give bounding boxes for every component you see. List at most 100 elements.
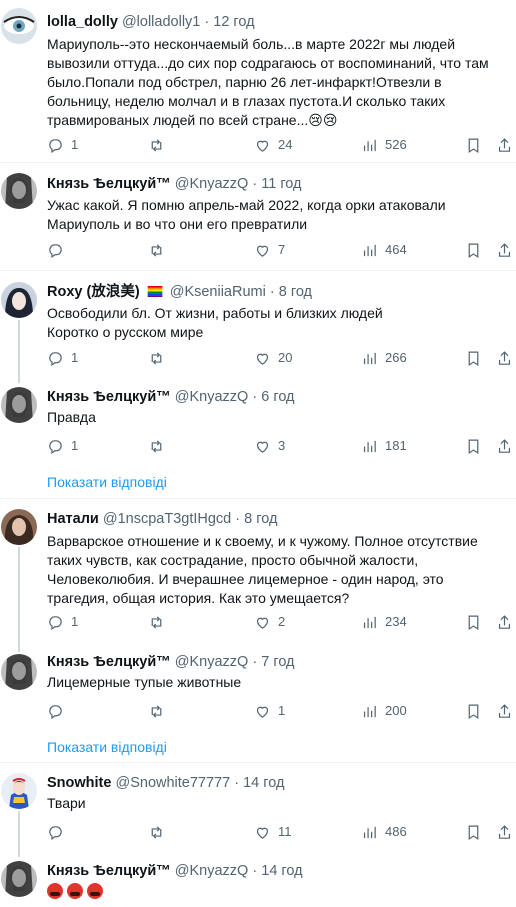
action-bar: 1 200 [47, 701, 511, 721]
reply-button[interactable] [47, 701, 71, 721]
like-icon [256, 245, 269, 257]
bookmark-button[interactable] [465, 822, 482, 842]
user-handle[interactable]: @lolladolly1 [122, 14, 200, 30]
timestamp[interactable]: 8 год [279, 284, 312, 300]
reply-button[interactable]: 1 [47, 135, 78, 155]
user-handle[interactable]: @KseniiaRumi [170, 284, 266, 300]
reply-button[interactable] [47, 240, 71, 260]
tweet-text: Правда [47, 409, 96, 425]
tweet[interactable]: Князь Ѣелцкуй™︎ @KnyazzQ · 7 год Лицемер… [0, 649, 516, 763]
reply-count: 1 [71, 137, 79, 152]
timestamp[interactable]: 12 год [213, 14, 254, 30]
tweet-header: Князь Ѣелцкуй™︎ @KnyazzQ · 7 год [47, 652, 295, 672]
share-button[interactable] [496, 348, 513, 368]
retweet-button[interactable] [148, 612, 172, 632]
tweet[interactable]: Князь Ѣелцкуй™︎ @KnyazzQ · 11 год Ужас к… [0, 163, 516, 271]
display-name[interactable]: Натали [47, 511, 99, 527]
bookmark-button[interactable] [465, 701, 482, 721]
retweet-button[interactable] [148, 822, 172, 842]
timestamp[interactable]: 7 год [261, 654, 294, 670]
timestamp[interactable]: 8 год [244, 511, 277, 527]
views-button[interactable]: 464 [361, 240, 407, 260]
retweet-button[interactable] [148, 436, 172, 456]
display-name[interactable]: Князь Ѣелцкуй™︎ [47, 654, 171, 670]
display-name[interactable]: Snowhite [47, 775, 111, 791]
display-name[interactable]: Roxy (放浪美) [47, 284, 140, 300]
like-button[interactable]: 20 [254, 348, 292, 368]
reply-button[interactable]: 1 [47, 612, 78, 632]
share-button[interactable] [496, 701, 513, 721]
timestamp[interactable]: 14 год [261, 863, 302, 879]
like-button[interactable]: 7 [254, 240, 285, 260]
show-replies-link[interactable]: Показати відповіді [47, 737, 167, 757]
tweet[interactable]: Князь Ѣелцкуй™︎ @KnyazzQ · 14 год [0, 853, 516, 907]
retweet-button[interactable] [148, 348, 172, 368]
like-button[interactable]: 3 [254, 436, 285, 456]
share-button[interactable] [496, 436, 513, 456]
views-button[interactable]: 266 [361, 348, 407, 368]
views-button[interactable]: 181 [361, 436, 407, 456]
views-button[interactable]: 526 [361, 135, 407, 155]
views-button[interactable]: 486 [361, 822, 407, 842]
like-button[interactable]: 11 [254, 822, 292, 842]
view-count: 266 [385, 350, 407, 365]
timestamp[interactable]: 14 год [243, 775, 284, 791]
views-icon [363, 139, 376, 151]
show-replies-link[interactable]: Показати відповіді [47, 472, 167, 492]
reply-button[interactable]: 1 [47, 348, 78, 368]
share-button[interactable] [496, 822, 513, 842]
user-handle[interactable]: @KnyazzQ [175, 176, 249, 192]
bookmark-icon [468, 351, 479, 366]
user-handle[interactable]: @1nscpaT3gtIHgcd [103, 511, 231, 527]
avatar[interactable] [1, 282, 37, 318]
retweet-button[interactable] [148, 701, 172, 721]
views-icon [363, 616, 376, 628]
tweet[interactable]: Snowhite @Snowhite77777 · 14 год Твари 1… [0, 763, 516, 857]
bookmark-button[interactable] [465, 436, 482, 456]
tweet[interactable]: lolla_dolly @lolladolly1 · 12 год Мариуп… [0, 0, 516, 163]
share-button[interactable] [496, 135, 513, 155]
display-name[interactable]: Князь Ѣелцкуй™︎ [47, 176, 171, 192]
avatar[interactable] [1, 387, 37, 423]
avatar[interactable] [1, 173, 37, 209]
like-button[interactable]: 24 [254, 135, 292, 155]
view-count: 464 [385, 242, 407, 257]
views-button[interactable]: 200 [361, 701, 407, 721]
bookmark-button[interactable] [465, 348, 482, 368]
share-button[interactable] [496, 240, 513, 260]
thread-line [18, 811, 20, 857]
timestamp[interactable]: 6 год [261, 389, 294, 405]
avatar[interactable] [1, 509, 37, 545]
view-count: 200 [385, 703, 407, 718]
avatar[interactable] [1, 861, 37, 897]
display-name[interactable]: lolla_dolly [47, 14, 118, 30]
user-handle[interactable]: @KnyazzQ [175, 863, 249, 879]
avatar[interactable] [1, 773, 37, 809]
like-button[interactable]: 1 [254, 701, 285, 721]
bookmark-button[interactable] [465, 240, 482, 260]
share-button[interactable] [496, 612, 513, 632]
reply-count: 1 [71, 614, 79, 629]
views-button[interactable]: 234 [361, 612, 407, 632]
tweet[interactable]: Roxy (放浪美) @KseniiaRumi · 8 год Освободи… [0, 271, 516, 383]
tweet[interactable]: Князь Ѣелцкуй™︎ @KnyazzQ · 6 год Правда … [0, 379, 516, 499]
retweet-button[interactable] [148, 240, 172, 260]
user-handle[interactable]: @Snowhite77777 [115, 775, 230, 791]
bookmark-button[interactable] [465, 135, 482, 155]
user-handle[interactable]: @KnyazzQ [175, 654, 249, 670]
like-count: 20 [278, 350, 293, 365]
reply-button[interactable] [47, 822, 71, 842]
tweet[interactable]: Натали @1nscpaT3gtIHgcd · 8 год Варварск… [0, 499, 516, 652]
bookmark-button[interactable] [465, 612, 482, 632]
separator: · [252, 389, 258, 405]
retweet-button[interactable] [148, 135, 172, 155]
display-name[interactable]: Князь Ѣелцкуй™︎ [47, 389, 171, 405]
user-handle[interactable]: @KnyazzQ [175, 389, 249, 405]
timestamp[interactable]: 11 год [261, 176, 301, 192]
display-name[interactable]: Князь Ѣелцкуй™︎ [47, 863, 171, 879]
avatar[interactable] [1, 654, 37, 690]
reply-button[interactable]: 1 [47, 436, 78, 456]
tweet-header: Натали @1nscpaT3gtIHgcd · 8 год [47, 509, 277, 529]
like-button[interactable]: 2 [254, 612, 285, 632]
avatar[interactable] [1, 8, 37, 44]
